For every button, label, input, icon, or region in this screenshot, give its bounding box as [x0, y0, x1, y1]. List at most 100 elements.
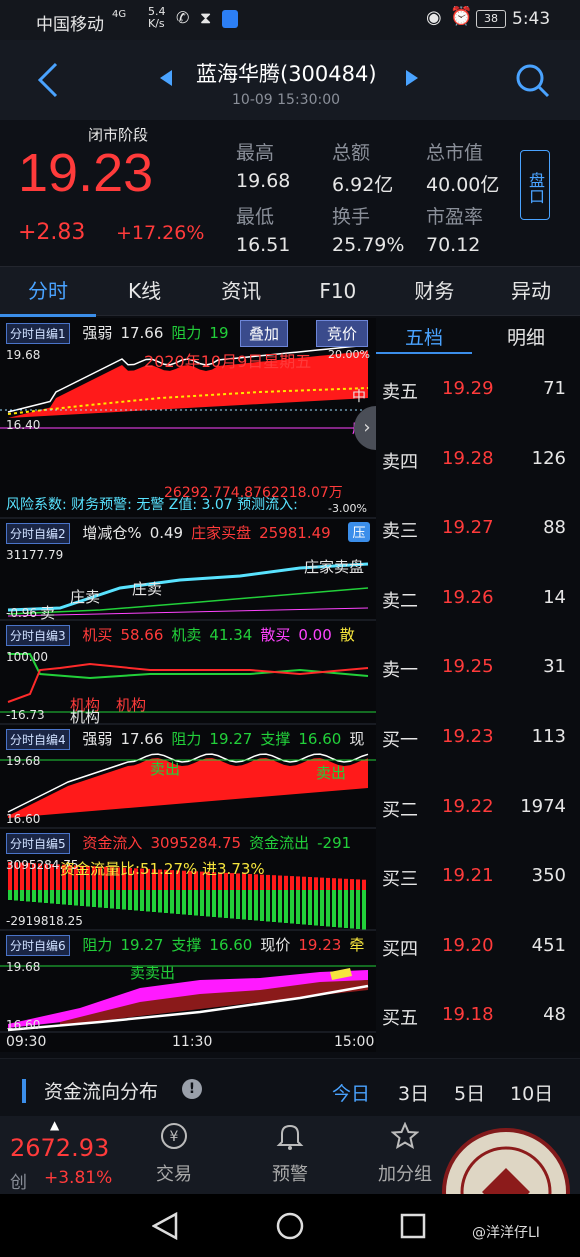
flow-out-bar — [362, 890, 366, 930]
flow-out-bar — [356, 890, 360, 929]
carrier-label: 中国移动 — [36, 15, 104, 35]
order-book-row[interactable]: 买四 19.20 451 — [376, 913, 580, 982]
order-book-volume: 48 — [543, 1004, 566, 1026]
net-speed: 5.4 K/s — [148, 5, 166, 30]
indicator-value: 强弱 — [82, 324, 113, 342]
back-icon[interactable] — [36, 62, 60, 98]
next-stock-icon[interactable] — [406, 70, 418, 86]
order-book-toggle-button[interactable]: 盘口 — [520, 150, 550, 220]
period-tab[interactable]: 3日 — [398, 1079, 429, 1106]
tab-2[interactable]: 资讯 — [193, 267, 289, 317]
flow-in-bar — [326, 877, 330, 890]
nav-recents-icon[interactable] — [400, 1213, 426, 1239]
panel4-header: 分时自编4 强弱 17.66 阻力 19.27 支撑 16.60 现 — [6, 728, 364, 750]
panel1-items: 强弱 17.66 阻力 19 — [74, 324, 228, 342]
panel2-tag[interactable]: 分时自编2 — [6, 523, 70, 544]
order-book-price: 19.28 — [442, 447, 494, 469]
panel6-label-a: 卖卖出 — [130, 964, 176, 982]
flow-out-bar — [104, 890, 108, 908]
panel5-tag[interactable]: 分时自编5 — [6, 833, 70, 854]
flow-out-bar — [140, 890, 144, 911]
trade-label: 交易 — [156, 1164, 192, 1185]
tab-3[interactable]: F10 — [290, 267, 386, 317]
nav-bar: 蓝海华腾(300484) 10-09 15:30:00 — [0, 40, 580, 120]
period-tab[interactable]: 10日 — [510, 1079, 553, 1106]
flow-out-bar — [344, 890, 348, 928]
auction-button[interactable]: 竞价 — [316, 320, 369, 347]
order-book-volume: 113 — [531, 726, 566, 747]
chart-tabs: 分时 K线 资讯 F10 财务 异动 — [0, 266, 580, 317]
stat-label: 市盈率 — [426, 206, 484, 228]
prev-stock-icon[interactable] — [160, 70, 172, 86]
tab-5[interactable]: 异动 — [483, 267, 579, 317]
panel4-tag[interactable]: 分时自编4 — [6, 729, 70, 750]
order-book-price: 19.22 — [442, 795, 494, 817]
clock: 5:43 — [512, 9, 551, 29]
flow-out-bar — [332, 890, 336, 927]
order-book-row[interactable]: 卖三 19.27 88 — [376, 495, 580, 564]
panel6-tag[interactable]: 分时自编6 — [6, 935, 70, 956]
indicator-value: 0.00 — [298, 626, 332, 644]
tab-ticks[interactable]: 明细 — [472, 318, 580, 354]
order-book-row[interactable]: 买一 19.23 113 — [376, 704, 580, 773]
alert-label: 预警 — [272, 1164, 308, 1185]
status-bar: 中国移动 4G 5.4 K/s ✆ ⧗ ◉ ⏰ 38 5:43 — [0, 0, 580, 40]
flow-out-bar — [272, 890, 276, 922]
flow-in-bar — [320, 877, 324, 890]
tab-4[interactable]: 财务 — [386, 267, 482, 317]
flow-in-bar — [284, 875, 288, 890]
indicator-value: 现价 — [260, 936, 291, 954]
panel2-toggle-icon[interactable]: 压 — [348, 522, 370, 542]
flow-in-bar — [362, 879, 366, 890]
overlay-button[interactable]: 叠加 — [240, 320, 289, 347]
alert-button[interactable]: 预警 — [260, 1122, 320, 1186]
order-book-price: 19.26 — [442, 586, 494, 608]
flow-out-bar — [98, 890, 102, 908]
order-book-row[interactable]: 卖四 19.28 126 — [376, 426, 580, 495]
tab-five-levels[interactable]: 五档 — [376, 318, 472, 354]
order-book-price: 19.23 — [442, 726, 494, 747]
order-book-row[interactable]: 买二 19.22 1974 — [376, 774, 580, 843]
search-icon[interactable] — [514, 62, 550, 98]
flow-out-bar — [230, 890, 234, 919]
call-icon: ✆ — [176, 8, 190, 27]
index-value[interactable]: 2672.93 — [10, 1134, 109, 1162]
stock-title: 蓝海华腾(300484) — [196, 62, 377, 86]
order-book-row[interactable]: 卖一 19.25 31 — [376, 634, 580, 703]
order-book-volume: 1974 — [520, 795, 566, 817]
expand-up-icon[interactable]: ▲ — [50, 1118, 59, 1132]
flow-out-bar — [296, 890, 300, 924]
last-price: 19.23 — [18, 143, 154, 203]
indicator-value: 58.66 — [120, 626, 164, 644]
order-book-row[interactable]: 卖二 19.26 14 — [376, 565, 580, 634]
tab-1[interactable]: K线 — [97, 267, 193, 317]
order-book-row[interactable]: 买三 19.21 350 — [376, 843, 580, 912]
info-icon[interactable]: ! — [182, 1079, 202, 1099]
order-book-row[interactable]: 买五 19.18 48 — [376, 982, 580, 1051]
order-book-price: 19.21 — [442, 865, 494, 887]
indicator-value: 强弱 — [82, 730, 113, 748]
order-book-row[interactable]: 卖五 19.29 71 — [376, 356, 580, 425]
indicator-value: 资金流入 — [82, 834, 143, 852]
panel6-ymax: 19.68 — [6, 960, 41, 974]
index-change-pct: +3.81% — [44, 1168, 113, 1188]
period-tab[interactable]: 5日 — [454, 1079, 485, 1106]
indicator-value: 16.60 — [209, 936, 253, 954]
tab-0[interactable]: 分时 — [0, 267, 96, 317]
panel1-header: 分时自编1 强弱 17.66 阻力 19 — [6, 322, 229, 344]
indicator-value: 19.27 — [120, 936, 164, 954]
flow-out-bar — [320, 890, 324, 926]
svg-text:¥: ¥ — [170, 1129, 179, 1145]
panel3-tag[interactable]: 分时自编3 — [6, 625, 70, 646]
flow-out-bar — [134, 890, 138, 911]
nav-home-icon[interactable] — [276, 1212, 304, 1240]
add-group-button[interactable]: 加分组 — [370, 1121, 440, 1186]
stat-label: 总额 — [332, 142, 371, 164]
flow-out-bar — [200, 890, 204, 916]
panel3-red-line — [7, 662, 369, 703]
trade-button[interactable]: ¥ 交易 — [144, 1122, 204, 1186]
indicator-value: 17.66 — [120, 324, 164, 342]
period-tab[interactable]: 今日 — [332, 1079, 370, 1106]
panel1-tag[interactable]: 分时自编1 — [6, 323, 70, 344]
nav-back-icon[interactable] — [152, 1212, 178, 1240]
